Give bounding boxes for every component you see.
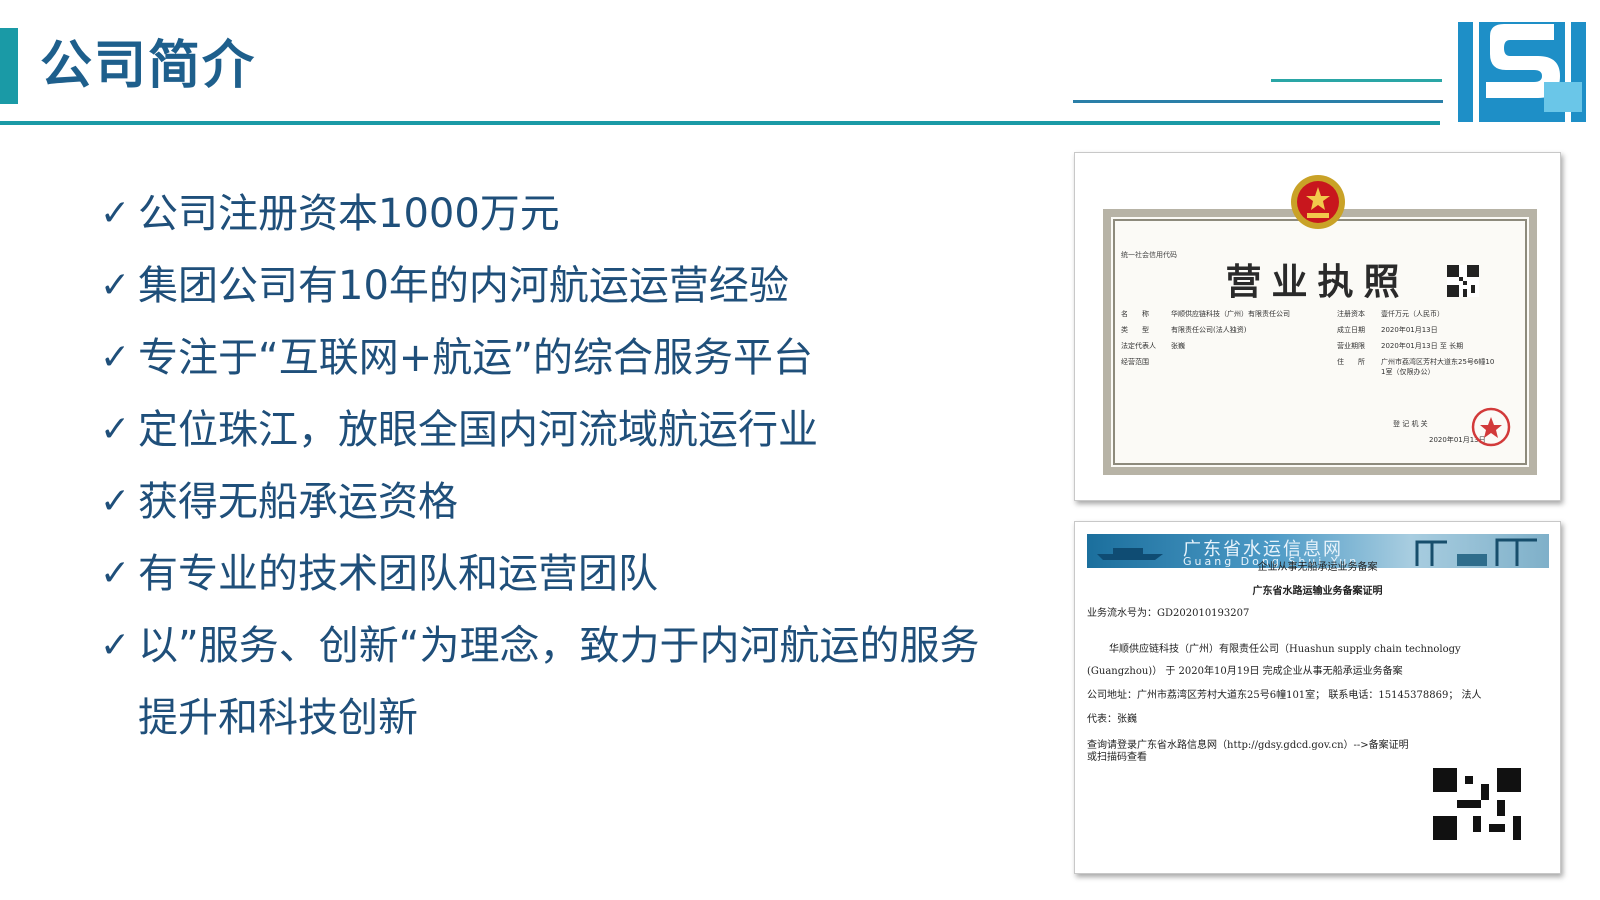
checkmark-icon: ✓ [100, 409, 131, 450]
company-logo-icon [1458, 22, 1586, 122]
checkmark-icon: ✓ [100, 553, 131, 594]
list-item: ✓ 集团公司有10年的内河航运运营经验 [100, 250, 1000, 322]
red-seal-icon [1471, 407, 1511, 447]
bullet-text: 获得无船承运资格 [138, 479, 458, 525]
license-scope-label: 经营范围 [1121, 358, 1149, 366]
shipping-record-certificate-image: 广东省水运信息网 Guang Dong Shui Yun 企业从事无船承运业务备… [1074, 521, 1561, 874]
license-date-value: 2020年01月13日 [1381, 326, 1438, 334]
bullet-text: 有专业的技术团队和运营团队 [138, 551, 658, 597]
record-line-6: 或扫描码查看 [1087, 752, 1147, 763]
license-registrar-label: 登 记 机 关 [1393, 420, 1428, 428]
record-line-2: (Guangzhou)） 于 2020年10月19日 完成企业从事无船承运业务备… [1087, 666, 1403, 677]
license-address-value: 广州市荔湾区芳村大道东25号6幢10 [1381, 358, 1495, 366]
license-date-label: 成立日期 [1337, 326, 1365, 334]
record-line-4: 代表：张巍 [1087, 714, 1137, 725]
record-serial: 业务流水号为：GD202010193207 [1087, 608, 1250, 619]
national-emblem-icon [1291, 175, 1345, 229]
bullet-text: 专注于“互联网+航运”的综合服务平台 [138, 335, 813, 381]
header-rule-medium [1073, 100, 1443, 103]
license-capital-label: 注册资本 [1337, 310, 1365, 318]
license-qr-code-icon [1447, 265, 1479, 297]
list-item: ✓ 有专业的技术团队和运营团队 [100, 538, 1000, 610]
license-type-value: 有限责任公司(法人独资) [1171, 326, 1247, 334]
license-term-label: 营业期限 [1337, 342, 1365, 350]
license-name-value: 华顺供应链科技（广州）有限责任公司 [1171, 310, 1290, 318]
license-term-value: 2020年01月13日 至 长期 [1381, 342, 1464, 350]
license-address-value-2: 1室（仅限办公） [1381, 368, 1435, 376]
list-item: ✓ 获得无船承运资格 [100, 466, 1000, 538]
bullet-text: 以”服务、创新“为理念，致力于内河航运的服务提升和科技创新 [138, 623, 980, 741]
list-item: ✓ 定位珠江，放眼全国内河流域航运行业 [100, 394, 1000, 466]
header-rule-main [0, 121, 1440, 125]
checkmark-icon: ✓ [100, 193, 131, 234]
record-line-1: 华顺供应链科技（广州）有限责任公司（Huashun supply chain t… [1109, 644, 1461, 655]
checkmark-icon: ✓ [100, 265, 131, 306]
checkmark-icon: ✓ [100, 337, 131, 378]
checkmark-icon: ✓ [100, 481, 131, 522]
license-address-label: 住 所 [1337, 358, 1365, 366]
license-rep-value: 张巍 [1171, 342, 1185, 350]
license-capital-value: 壹仟万元（人民币） [1381, 310, 1444, 318]
list-item: ✓ 公司注册资本1000万元 [100, 178, 1000, 250]
license-rep-label: 法定代表人 [1121, 342, 1156, 350]
checkmark-icon: ✓ [100, 625, 131, 666]
bullet-text: 集团公司有10年的内河航运运营经验 [138, 263, 789, 309]
list-item: ✓ 专注于“互联网+航运”的综合服务平台 [100, 322, 1000, 394]
license-title: 营业执照 [1225, 261, 1410, 303]
qr-code-icon [1433, 768, 1521, 840]
record-heading-1: 企业从事无船承运业务备案 [1257, 562, 1378, 573]
bullet-text: 公司注册资本1000万元 [138, 191, 560, 237]
business-license-image: 统一社会信用代码 营业执照 名 称 华顺供应链科技（广州）有限责任公司 类 型 … [1074, 152, 1561, 501]
record-line-3: 公司地址：广州市荔湾区芳村大道东25号6幢101室； 联系电话：15145378… [1087, 690, 1482, 701]
license-name-label: 名 称 [1121, 310, 1149, 318]
title-accent-bar [0, 28, 18, 104]
header-rule-short [1271, 79, 1442, 82]
page-title: 公司简介 [40, 36, 257, 96]
bullet-text: 定位珠江，放眼全国内河流域航运行业 [138, 407, 818, 453]
record-heading-2: 广东省水路运输业务备案证明 [1252, 586, 1383, 597]
list-item: ✓ 以”服务、创新“为理念，致力于内河航运的服务提升和科技创新 [100, 610, 1000, 754]
bullet-list: ✓ 公司注册资本1000万元 ✓ 集团公司有10年的内河航运运营经验 ✓ 专注于… [100, 178, 1000, 754]
license-type-label: 类 型 [1121, 326, 1149, 334]
